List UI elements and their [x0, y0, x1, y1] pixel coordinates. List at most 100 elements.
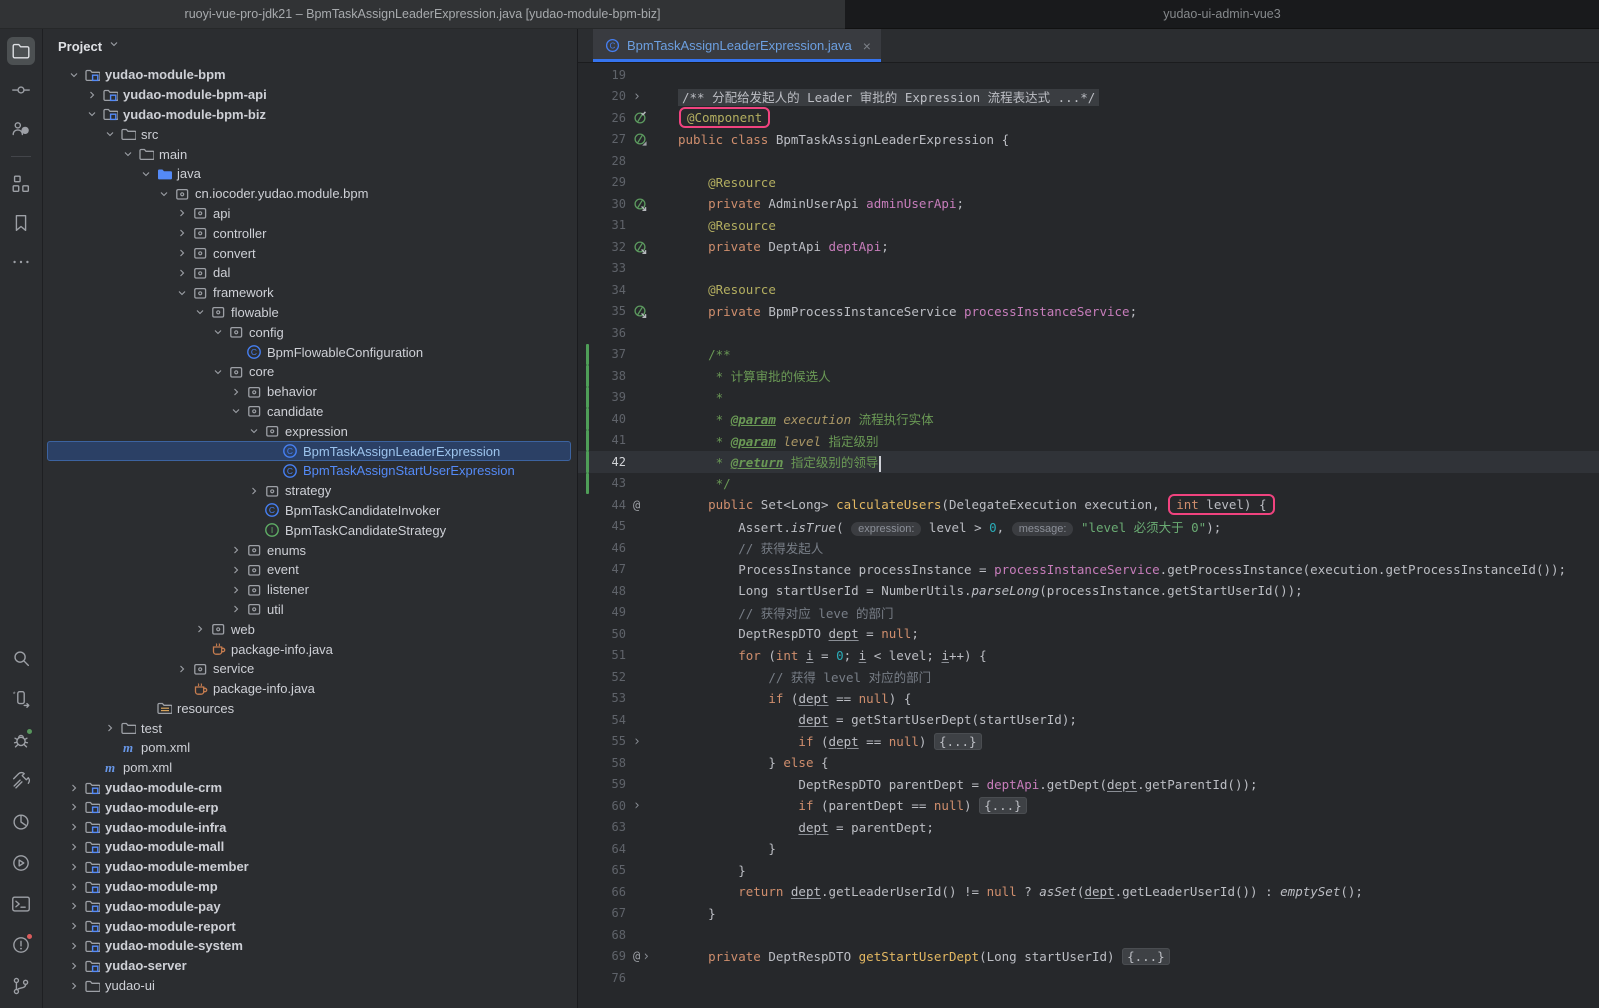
- chevron-right-icon[interactable]: [68, 940, 80, 952]
- chevron-down-icon[interactable]: [176, 287, 188, 299]
- spring-check-gutter-icon[interactable]: [633, 111, 647, 125]
- project-panel-header[interactable]: Project: [43, 29, 577, 63]
- tree-item-yudao-module-crm[interactable]: yudao-module-crm: [43, 778, 577, 798]
- code-text[interactable]: Assert.isTrue( expression: level > 0, me…: [678, 517, 1221, 536]
- activitybar-structure-button[interactable]: [7, 170, 35, 198]
- annotation-gutter-icon[interactable]: @: [633, 498, 640, 512]
- chevron-right-icon[interactable]: [68, 821, 80, 833]
- chevron-down-icon[interactable]: [212, 366, 224, 378]
- chevron-down-icon[interactable]: [212, 326, 224, 338]
- fold-arrow-icon[interactable]: ›: [633, 89, 641, 103]
- code-text[interactable]: @Resource: [678, 282, 776, 297]
- chevron-right-icon[interactable]: [68, 841, 80, 853]
- activitybar-terminal-button[interactable]: [7, 890, 35, 918]
- tree-item-bpmtaskassignstartuserexpression[interactable]: CBpmTaskAssignStartUserExpression: [43, 461, 577, 481]
- tree-item-cn-iocoder-yudao-module-bpm[interactable]: cn.iocoder.yudao.module.bpm: [43, 184, 577, 204]
- chevron-down-icon[interactable]: [140, 168, 152, 180]
- tree-item-bpmflowableconfiguration[interactable]: CBpmFlowableConfiguration: [43, 342, 577, 362]
- code-text[interactable]: * @param level 指定级别: [678, 431, 879, 450]
- code-text[interactable]: public Set<Long> calculateUsers(Delegate…: [678, 497, 1276, 512]
- fold-arrow-icon[interactable]: ›: [633, 734, 641, 748]
- tree-item-bpmtaskcandidatestrategy[interactable]: IBpmTaskCandidateStrategy: [43, 520, 577, 540]
- chevron-right-icon[interactable]: [176, 207, 188, 219]
- tree-item-dal[interactable]: dal: [43, 263, 577, 283]
- code-text[interactable]: Long startUserId = NumberUtils.parseLong…: [678, 583, 1303, 598]
- chevron-right-icon[interactable]: [68, 782, 80, 794]
- chevron-right-icon[interactable]: [230, 386, 242, 398]
- activitybar-profiler-button[interactable]: [7, 808, 35, 836]
- chevron-right-icon[interactable]: [176, 663, 188, 675]
- chevron-right-icon[interactable]: [248, 485, 260, 497]
- tree-item-yudao-module-pay[interactable]: yudao-module-pay: [43, 896, 577, 916]
- activitybar-run-button[interactable]: *: [7, 685, 35, 713]
- close-icon[interactable]: ×: [863, 38, 871, 54]
- tree-item-controller[interactable]: controller: [43, 223, 577, 243]
- chevron-right-icon[interactable]: [230, 544, 242, 556]
- code-text[interactable]: private DeptRespDTO getStartUserDept(Lon…: [678, 949, 1170, 964]
- activitybar-project-button[interactable]: [7, 37, 35, 65]
- activitybar-services-button[interactable]: [7, 849, 35, 877]
- activitybar-build-button[interactable]: [7, 767, 35, 795]
- tree-item-package-info-java[interactable]: package-info.java: [43, 639, 577, 659]
- tree-item-java[interactable]: java: [43, 164, 577, 184]
- code-text[interactable]: } else {: [678, 755, 829, 770]
- code-editor[interactable]: 1920›/** 分配给发起人的 Leader 审批的 Expression 流…: [578, 63, 1599, 1008]
- chevron-down-icon[interactable]: [68, 69, 80, 81]
- activitybar-pull-requests-button[interactable]: ?: [7, 115, 35, 143]
- chevron-right-icon[interactable]: [68, 801, 80, 813]
- tree-item-candidate[interactable]: candidate: [43, 402, 577, 422]
- fold-arrow-icon[interactable]: ›: [642, 949, 650, 963]
- code-text[interactable]: }: [678, 906, 716, 921]
- tree-item-main[interactable]: main: [43, 144, 577, 164]
- code-text[interactable]: *: [678, 390, 723, 405]
- code-text[interactable]: public class BpmTaskAssignLeaderExpressi…: [678, 132, 1009, 147]
- code-text[interactable]: DeptRespDTO dept = null;: [678, 626, 919, 641]
- chevron-right-icon[interactable]: [176, 247, 188, 259]
- code-text[interactable]: if (parentDept == null) {...}: [678, 798, 1027, 813]
- chevron-right-icon[interactable]: [68, 900, 80, 912]
- tree-item-listener[interactable]: listener: [43, 580, 577, 600]
- chevron-right-icon[interactable]: [86, 89, 98, 101]
- chevron-right-icon[interactable]: [68, 861, 80, 873]
- tree-item-package-info-java[interactable]: package-info.java: [43, 679, 577, 699]
- chevron-right-icon[interactable]: [176, 267, 188, 279]
- secondary-window-titlebar[interactable]: yudao-ui-admin-vue3: [845, 0, 1599, 29]
- code-text[interactable]: */: [678, 476, 731, 491]
- tree-item-yudao-ui[interactable]: yudao-ui: [43, 976, 577, 996]
- code-text[interactable]: for (int i = 0; i < level; i++) {: [678, 648, 987, 663]
- chevron-down-icon[interactable]: [194, 306, 206, 318]
- code-text[interactable]: /** 分配给发起人的 Leader 审批的 Expression 流程表达式 …: [678, 87, 1099, 106]
- code-text[interactable]: ProcessInstance processInstance = proces…: [678, 562, 1566, 577]
- activitybar-git-button[interactable]: [7, 972, 35, 1000]
- code-text[interactable]: private BpmProcessInstanceService proces…: [678, 304, 1137, 319]
- code-text[interactable]: // 获得 level 对应的部门: [678, 667, 931, 686]
- tree-item-util[interactable]: util: [43, 600, 577, 620]
- tree-item-yudao-module-bpm-api[interactable]: yudao-module-bpm-api: [43, 85, 577, 105]
- tree-item-convert[interactable]: convert: [43, 243, 577, 263]
- chevron-down-icon[interactable]: [86, 108, 98, 120]
- tree-item-yudao-module-mp[interactable]: yudao-module-mp: [43, 877, 577, 897]
- chevron-down-icon[interactable]: [230, 405, 242, 417]
- tree-item-src[interactable]: src: [43, 124, 577, 144]
- tree-item-resources[interactable]: resources: [43, 699, 577, 719]
- tree-item-core[interactable]: core: [43, 362, 577, 382]
- activitybar-debug-button[interactable]: [7, 726, 35, 754]
- chevron-right-icon[interactable]: [230, 564, 242, 576]
- code-text[interactable]: if (dept == null) {: [678, 691, 911, 706]
- tree-item-service[interactable]: service: [43, 659, 577, 679]
- spring-arrow-gutter-icon[interactable]: [633, 197, 647, 211]
- tree-item-yudao-module-bpm[interactable]: yudao-module-bpm: [43, 65, 577, 85]
- chevron-right-icon[interactable]: [230, 603, 242, 615]
- code-text[interactable]: * 计算审批的候选人: [678, 366, 831, 385]
- tree-item-yudao-module-system[interactable]: yudao-module-system: [43, 936, 577, 956]
- code-text[interactable]: * @return 指定级别的领导: [678, 452, 881, 472]
- activitybar-problems-button[interactable]: [7, 931, 35, 959]
- chevron-down-icon[interactable]: [104, 128, 116, 140]
- tree-item-event[interactable]: event: [43, 560, 577, 580]
- fold-arrow-icon[interactable]: ›: [633, 799, 641, 813]
- tree-item-framework[interactable]: framework: [43, 283, 577, 303]
- tree-item-config[interactable]: config: [43, 322, 577, 342]
- code-text[interactable]: }: [678, 863, 746, 878]
- tree-item-yudao-module-member[interactable]: yudao-module-member: [43, 857, 577, 877]
- tree-item-yudao-module-report[interactable]: yudao-module-report: [43, 916, 577, 936]
